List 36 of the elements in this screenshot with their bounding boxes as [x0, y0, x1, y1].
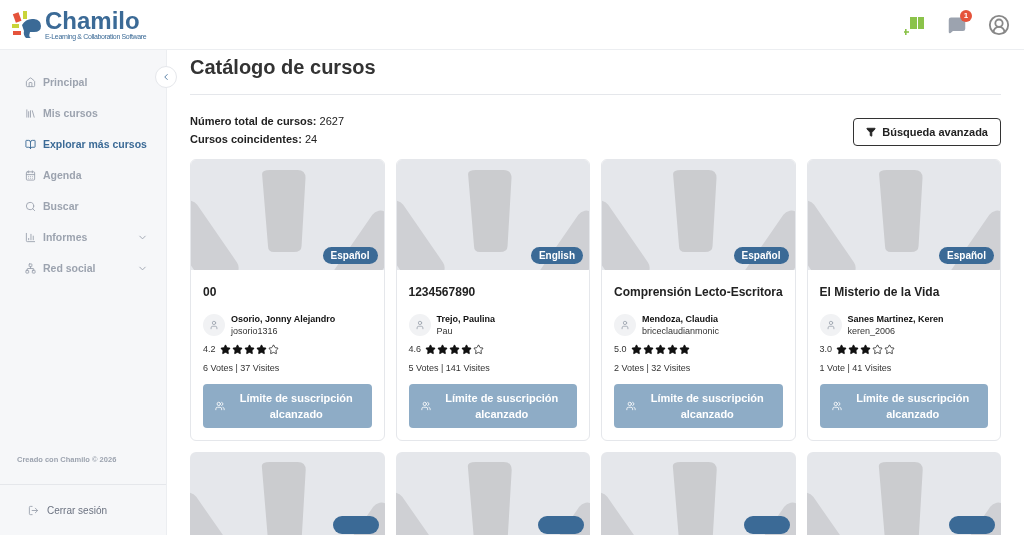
course-card[interactable]: Español 00 Osorio, Jonny Alejandro josorio1316 4.2 6 Votes | 37 Visites Límite de suscripción alcanzado	[190, 159, 385, 441]
teacher-username: keren_2006	[847, 325, 897, 337]
teacher-username: briceclaudianmonic	[642, 325, 720, 337]
votes-visits-text: 2 Votes | 32 Visites	[614, 361, 692, 375]
teacher-name: Osorio, Jonny Alejandro	[231, 313, 336, 325]
course-count-text: Número total de cursos: 2627	[190, 114, 345, 129]
language-badge: Español	[733, 247, 789, 264]
teacher-name: Mendoza, Claudia	[642, 313, 719, 325]
course-count-text: Cursos coincidentes: 24	[190, 131, 319, 147]
notification-badge: 1	[960, 9, 972, 22]
teacher-name: Trejo, Paulina	[436, 313, 496, 325]
sidebar-item[interactable]: Explorar más cursos	[25, 129, 148, 160]
language-badge: Español	[322, 247, 378, 264]
advanced-search-button[interactable]: Búsqueda avanzada	[853, 118, 1001, 146]
rating-value: 3.0	[819, 343, 832, 356]
teacher-username: Pau	[436, 325, 454, 337]
rating-value: 4.2	[203, 343, 216, 356]
page-title: Catálogo de cursos	[190, 50, 1001, 95]
language-badge: Español	[939, 247, 994, 264]
course-title[interactable]: 1234567890	[408, 283, 476, 301]
course-title[interactable]: 00	[203, 283, 217, 301]
course-title[interactable]: El Misterio de la Vida	[819, 283, 940, 301]
votes-visits-text: 1 Vote | 41 Visites	[819, 361, 893, 375]
course-title[interactable]: Comprensión Lecto-Escritora	[614, 283, 783, 301]
course-card[interactable]: English 1234567890 Trejo, Paulina Pau 4.6 5 Votes | 141 Visites Límite de suscripción alcanzado	[395, 159, 590, 441]
logout-link[interactable]: Cerrar sesión	[47, 502, 108, 518]
course-card[interactable]: Español Comprensión Lecto-Escritora Mendoza, Claudia briceclaudianmonic 5.0 2 Votes | 32 Visites Límite de suscripción alcanzado	[601, 159, 796, 441]
rating-value: 5.0	[614, 343, 627, 356]
language-badge: English	[530, 247, 583, 264]
votes-visits-text: 5 Votes | 141 Visites	[408, 361, 491, 375]
teacher-username: josorio1316	[231, 325, 279, 337]
course-card[interactable]: Español El Misterio de la Vida Sanes Martinez, Keren keren_2006 3.0 1 Vote | 41 Visites Límite de suscripción alcanzado	[806, 159, 1001, 441]
teacher-name: Sanes Martinez, Keren	[847, 313, 944, 325]
rating-value: 4.6	[408, 343, 421, 356]
votes-visits-text: 6 Votes | 37 Visites	[203, 361, 281, 375]
logo-text: Chamilo	[45, 9, 141, 33]
